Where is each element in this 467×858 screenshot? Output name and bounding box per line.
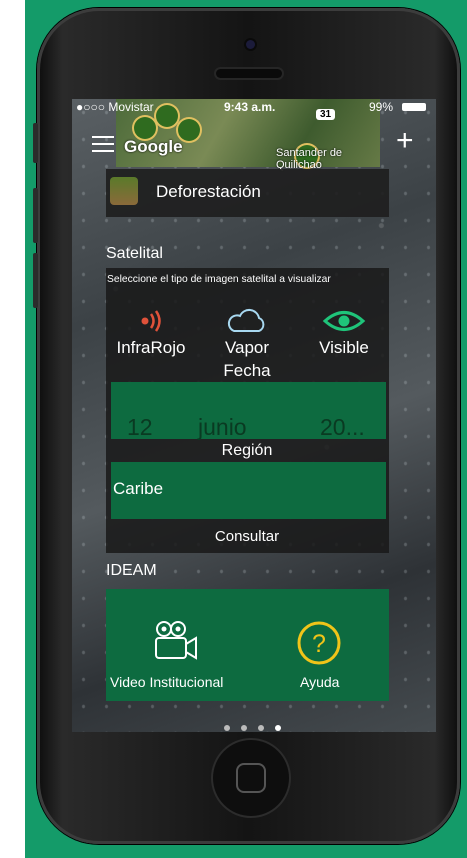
tile-label: Video Institucional (110, 674, 224, 690)
home-square-icon (236, 763, 266, 793)
google-logo: Google (124, 137, 183, 156)
svg-text:?: ? (312, 630, 326, 658)
mute-switch (33, 123, 38, 163)
battery-icon (402, 103, 426, 111)
option-visible[interactable]: Visible (299, 308, 389, 358)
tile-video-institucional[interactable]: Video Institucional (106, 589, 256, 701)
carrier-label: ●○○○ Movistar (76, 100, 154, 114)
video-camera-icon (155, 621, 197, 660)
date-month[interactable]: junio (198, 414, 247, 441)
volume-down-button (33, 253, 38, 308)
help-icon: ? (297, 621, 341, 665)
tile-label: Ayuda (300, 674, 340, 690)
page-dot[interactable] (241, 725, 247, 731)
home-button[interactable] (213, 740, 289, 816)
date-year[interactable]: 20... (320, 414, 365, 441)
page-dot-active[interactable] (275, 725, 281, 731)
infrared-icon (141, 310, 161, 332)
region-select[interactable]: Caribe (111, 462, 386, 519)
satelital-panel: Seleccione el tipo de imagen satelital a… (106, 268, 389, 553)
option-label: Visible (319, 338, 369, 357)
earpiece-speaker (216, 69, 282, 78)
cloud-icon (227, 308, 265, 332)
tree-marker-icon (134, 117, 156, 139)
option-label: Vapor (224, 338, 270, 357)
layer-label: Deforestación (156, 182, 261, 201)
map-city-label: Santander de Quilichao (276, 147, 343, 171)
option-label: InfraRojo (116, 338, 186, 357)
ideam-panel: Video Institucional ? Ayuda (106, 589, 389, 701)
battery-percent: 99% (369, 100, 394, 114)
consultar-button[interactable]: Consultar (192, 528, 302, 545)
eye-icon (322, 311, 366, 331)
date-label: Fecha (223, 361, 271, 380)
add-layer-button[interactable]: + (396, 126, 414, 156)
date-picker[interactable]: 12 junio 20... (111, 382, 386, 441)
date-day[interactable]: 12 (127, 414, 153, 441)
front-camera (246, 40, 255, 49)
page-indicator[interactable] (224, 718, 292, 732)
page-dot[interactable] (258, 725, 264, 731)
clock-label: 9:43 a.m. (224, 100, 276, 114)
section-title-satelital: Satelital (106, 245, 163, 262)
status-bar: ●○○○ Movistar 9:43 a.m. 99% (72, 99, 436, 115)
section-title-ideam: IDEAM (106, 562, 157, 579)
app-screen: 31 Santander de Quilichao ●○○○ Movistar … (72, 99, 436, 732)
satelital-description: Seleccione el tipo de imagen satelital a… (107, 274, 331, 285)
deforestation-thumbnail (110, 177, 138, 205)
hamburger-menu-icon[interactable] (92, 136, 114, 152)
page-dot[interactable] (224, 725, 230, 731)
region-value: Caribe (113, 479, 164, 498)
layer-item-deforestacion[interactable]: Deforestación (106, 169, 389, 217)
tile-ayuda[interactable]: ? Ayuda (256, 589, 389, 701)
volume-up-button (33, 188, 38, 243)
option-infrarojo[interactable]: InfraRojo (106, 308, 196, 358)
region-label: Región (221, 442, 273, 459)
option-vapor[interactable]: Vapor (202, 308, 292, 358)
